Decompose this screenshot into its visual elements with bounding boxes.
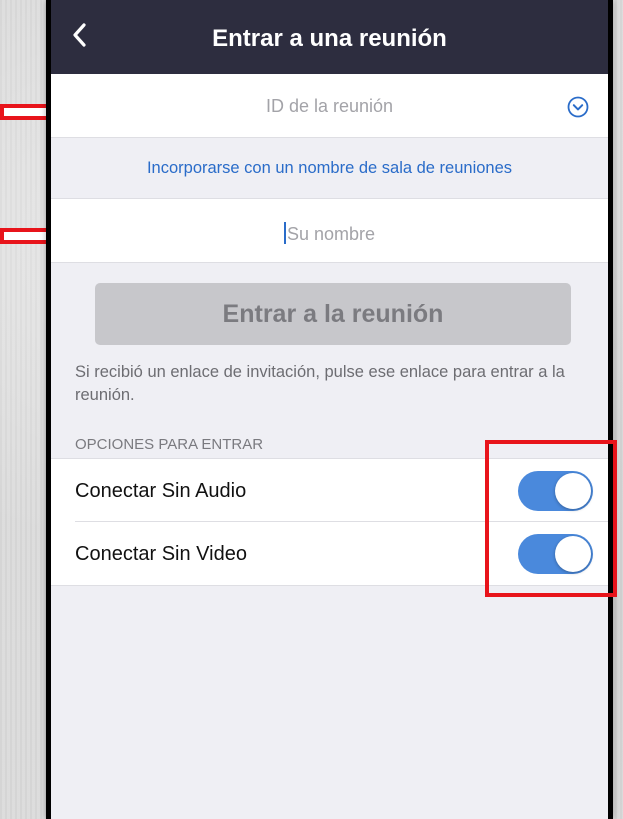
- meeting-id-field[interactable]: ID de la reunión: [51, 74, 608, 138]
- chevron-down-circle-icon[interactable]: [567, 96, 589, 118]
- name-placeholder-text: Su nombre: [286, 224, 376, 244]
- join-with-room-name-link[interactable]: Incorporarse con un nombre de sala de re…: [51, 159, 608, 178]
- name-field-placeholder[interactable]: Su nombre: [51, 222, 608, 245]
- phone-frame: Entrar a una reunión ID de la reunión In…: [46, 0, 613, 819]
- invitation-help-text: Si recibió un enlace de invitación, puls…: [75, 363, 565, 404]
- option-no-audio-label: Conectar Sin Audio: [75, 480, 247, 502]
- join-options-header: OPCIONES PARA ENTRAR: [75, 436, 264, 453]
- meeting-id-placeholder[interactable]: ID de la reunión: [51, 96, 608, 117]
- name-field[interactable]: Su nombre: [51, 198, 608, 263]
- text-cursor: [283, 222, 286, 244]
- page-title: Entrar a una reunión: [212, 25, 447, 52]
- option-no-video-label: Conectar Sin Video: [75, 543, 247, 565]
- navigation-bar: Entrar a una reunión: [51, 0, 608, 74]
- app-screen: Entrar a una reunión ID de la reunión In…: [51, 0, 608, 819]
- join-meeting-button[interactable]: Entrar a la reunión: [95, 283, 571, 345]
- annotation-highlight-box: [485, 440, 617, 597]
